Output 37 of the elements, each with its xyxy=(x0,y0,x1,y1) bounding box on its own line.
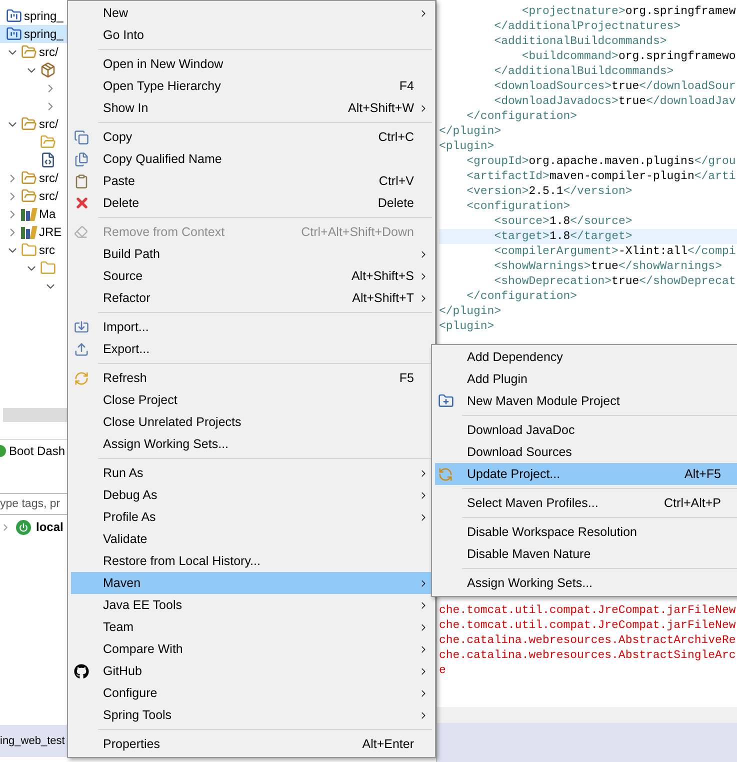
code-line: <groupId>org.apache.maven.plugins</grou xyxy=(466,154,737,169)
console-line: che.tomcat.util.compat.JreCompat.jarFileNew xyxy=(439,603,737,618)
tree-label: src xyxy=(39,242,55,259)
code-line: <showDeprecation>true</showDeprecat xyxy=(493,274,737,289)
console-line: che.tomcat.util.compat.JreCompat.jarFileNew xyxy=(439,618,737,633)
tree-label: JRE xyxy=(39,224,62,241)
code-line: <downloadSources>true</downloadSour xyxy=(493,79,737,94)
code-line: </configuration> xyxy=(466,109,578,124)
code-line: <buildcommand>org.springframewo xyxy=(520,49,737,64)
tree-label: src/ xyxy=(39,116,58,133)
tree-label: spring_ xyxy=(24,8,64,25)
code-line: </plugin> xyxy=(439,124,502,139)
tree-label: src/ xyxy=(39,170,58,187)
tree-label: Ma xyxy=(39,206,56,223)
tree-label: src/ xyxy=(39,44,58,61)
code-line: <showWarnings>true</showWarnings> xyxy=(493,259,723,274)
code-line: <downloadJavadocs>true</downloadJav xyxy=(493,94,737,109)
code-line: <compilerArgument>-Xlint:all</compi xyxy=(493,244,737,259)
code-line: <projectnature>org.springframew xyxy=(520,4,737,19)
code-line: </configuration> xyxy=(466,289,578,304)
code-line: </additionalBuildcommands> xyxy=(493,64,675,79)
code-line: <version>2.5.1</version> xyxy=(466,184,634,199)
code-line: <source>1.8</source> xyxy=(493,214,634,229)
console-line: che.catalina.webresources.AbstractSingleArc xyxy=(439,648,737,663)
code-line: <plugin> xyxy=(439,319,496,334)
console-line: che.catalina.webresources.AbstractArchiveRe xyxy=(439,633,737,648)
code-line: <plugin> xyxy=(439,139,496,154)
console-line: e xyxy=(439,663,447,678)
status-text: ing_web_test xyxy=(0,734,65,749)
tree-label: src/ xyxy=(39,188,58,205)
code-line: <configuration> xyxy=(466,199,572,214)
code-line: </plugin> xyxy=(439,304,502,319)
code-line: <additionalBuildcommands> xyxy=(493,34,668,49)
tree-label: local xyxy=(36,519,64,536)
code-line: </additionalProjectnatures> xyxy=(493,19,682,34)
tree-label: spring_ xyxy=(24,26,64,43)
code-line: <artifactId>maven-compiler-plugin</arti xyxy=(466,169,737,184)
